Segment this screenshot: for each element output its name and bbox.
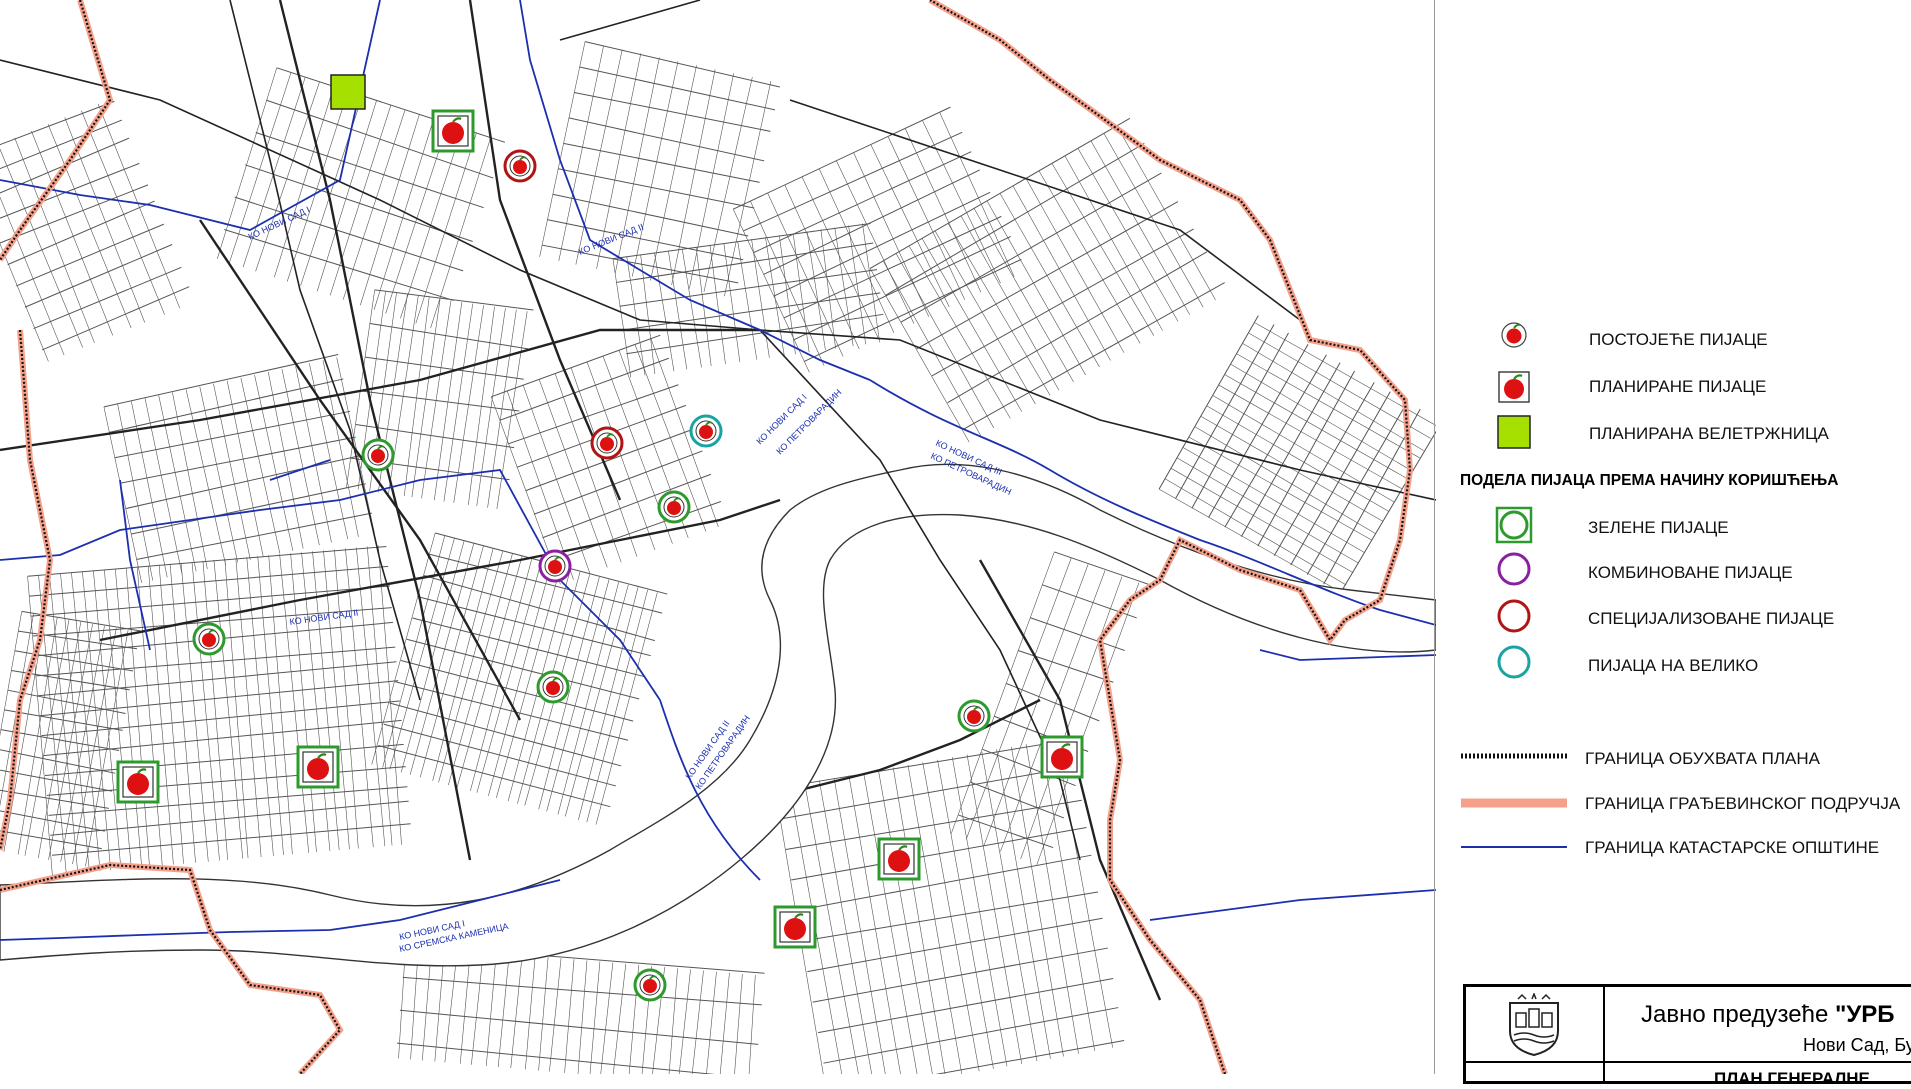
street-block (27, 545, 411, 876)
city-coat-of-arms-icon (1509, 993, 1559, 1057)
planned-market-marker[interactable] (773, 905, 817, 949)
legend-panel: ПОСТОЈЕЋЕ ПИЈАЦЕ ПЛАНИРАНЕ ПИЈАЦЕ ПЛАНИР… (1437, 0, 1911, 1074)
legend-plan-boundary-label: ГРАНИЦА ОБУХВАТА ПЛАНА (1585, 749, 1821, 768)
existing-market-marker[interactable] (503, 149, 537, 183)
existing-market-marker[interactable] (536, 670, 570, 704)
planned-market-marker[interactable] (431, 109, 475, 153)
wholesale-square-marker[interactable] (330, 74, 366, 110)
existing-market-marker[interactable] (361, 438, 395, 472)
legend-wholesale-ring-label: ПИЈАЦА НА ВЕЛИКО (1588, 656, 1759, 675)
existing-market-marker[interactable] (657, 490, 691, 524)
legend-construction-line-icon (1461, 798, 1567, 808)
company-address: Нови Сад, Бул (1803, 1035, 1911, 1055)
legend-construction-label: ГРАНИЦА ГРАЂЕВИНСКОГ ПОДРУЧЈА (1585, 794, 1901, 813)
legend-existing-apple-icon (1501, 322, 1527, 348)
map-canvas[interactable]: КО НОВИ САД I КО НОВИ САД II КО НОВИ САД… (0, 0, 1443, 1089)
city-map: КО НОВИ САД I КО НОВИ САД II КО НОВИ САД… (0, 0, 1443, 1089)
legend-plan-boundary-line-icon (1461, 753, 1567, 759)
legend-green-label: ЗЕЛЕНЕ ПИЈАЦЕ (1588, 518, 1729, 537)
company-prefix: Јавно предузеће (1641, 1001, 1835, 1028)
street-block (732, 106, 1022, 373)
street-block (0, 100, 190, 362)
legend-wholesale-ring-icon (1497, 645, 1531, 679)
label-ko-ns1-b: КО НОВИ САД I (754, 392, 808, 446)
street-block (0, 610, 141, 867)
company-name: Јавно предузеће "УРБ (1641, 1001, 1895, 1029)
label-ko-ns2-b: КО НОВИ САД II (289, 607, 359, 627)
legend-combined-label: КОМБИНОВАНЕ ПИЈАЦЕ (1588, 563, 1793, 582)
legend-specialized-label: СПЕЦИЈАЛИЗОВАНЕ ПИЈАЦЕ (1588, 609, 1835, 628)
existing-market-marker[interactable] (538, 549, 572, 583)
street-block (371, 532, 668, 825)
legend-green-ring-icon (1495, 506, 1533, 544)
existing-market-marker[interactable] (689, 414, 723, 448)
planned-market-marker[interactable] (116, 760, 160, 804)
legend-wholesale-square-icon (1497, 415, 1531, 449)
title-block-divider-v (1603, 987, 1605, 1081)
legend-division-heading: ПОДЕЛА ПИЈАЦА ПРЕМА НАЧИНУ КОРИШЋЕЊА (1460, 472, 1839, 489)
title-block-divider-h (1466, 1061, 1911, 1063)
plan-title: ПЛАН ГЕНЕРАЛНЕ (1714, 1069, 1870, 1088)
planned-market-marker[interactable] (1040, 735, 1084, 779)
title-block: Јавно предузеће "УРБ Нови Сад, Бул ПЛАН … (1463, 984, 1911, 1088)
existing-market-marker[interactable] (590, 426, 624, 460)
planned-market-marker[interactable] (877, 837, 921, 881)
legend-existing-label: ПОСТОЈЕЋЕ ПИЈАЦЕ (1589, 330, 1768, 349)
planned-market-marker[interactable] (296, 745, 340, 789)
legend-planned-label: ПЛАНИРАНЕ ПИЈАЦЕ (1589, 377, 1767, 396)
company-name-bold: "УРБ (1834, 1001, 1895, 1028)
existing-market-marker[interactable] (633, 968, 667, 1002)
legend-cadastral-line-icon (1461, 846, 1567, 848)
legend-specialized-ring-icon (1497, 599, 1531, 633)
river-danube (0, 463, 1437, 967)
street-block (539, 41, 780, 297)
street-block (774, 738, 1125, 1089)
legend-wholesale-label: ПЛАНИРАНА ВЕЛЕТРЖНИЦА (1589, 424, 1829, 443)
legend-planned-apple-icon (1498, 371, 1530, 403)
map-frame-line (1434, 0, 1435, 1074)
legend-combined-ring-icon (1497, 552, 1531, 586)
existing-market-marker[interactable] (192, 622, 226, 656)
existing-market-marker[interactable] (957, 699, 991, 733)
legend-cadastral-label: ГРАНИЦА КАТАСТАРСКЕ ОПШТИНЕ (1585, 838, 1880, 857)
street-block (490, 334, 722, 585)
